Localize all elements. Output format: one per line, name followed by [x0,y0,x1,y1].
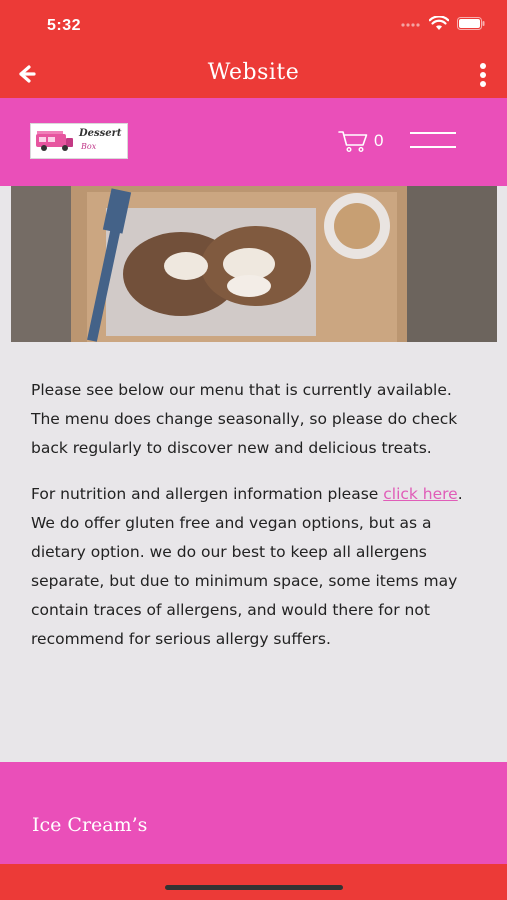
site-logo[interactable]: Dessert Box [30,123,128,159]
allergen-text-before: For nutrition and allergen information p… [31,485,384,503]
bottom-bar [0,864,507,900]
battery-icon [457,17,485,30]
intro-text: Please see below our menu that is curren… [31,376,483,671]
section-heading: Ice Cream’s [32,814,148,836]
hero-image [11,186,497,342]
allergen-text-after: . We do offer gluten free and vegan opti… [31,485,463,648]
cart-count: 0 [374,131,384,150]
menu-icon[interactable] [410,131,456,149]
logo-text-secondary: Box [81,142,97,151]
menu-intro-paragraph: Please see below our menu that is curren… [31,381,458,457]
food-truck-icon [36,131,73,151]
allergen-info-link[interactable]: click here [383,485,458,503]
home-indicator [165,885,343,890]
signal-icon [401,22,420,27]
status-bar: 5:32 [0,0,507,50]
shopping-cart-icon [338,131,368,152]
cart-button[interactable]: 0 [338,130,383,152]
ice-cream-section[interactable]: Ice Cream’s [0,762,507,864]
more-options-icon[interactable] [479,62,487,88]
status-icons [401,16,485,31]
allergen-paragraph: For nutrition and allergen information p… [31,480,483,654]
wifi-icon [429,16,449,30]
status-time: 5:32 [47,17,82,34]
nav-title: Website [207,60,300,85]
app-nav-bar: Website [0,50,507,98]
logo-text-primary: Dessert [79,128,122,139]
